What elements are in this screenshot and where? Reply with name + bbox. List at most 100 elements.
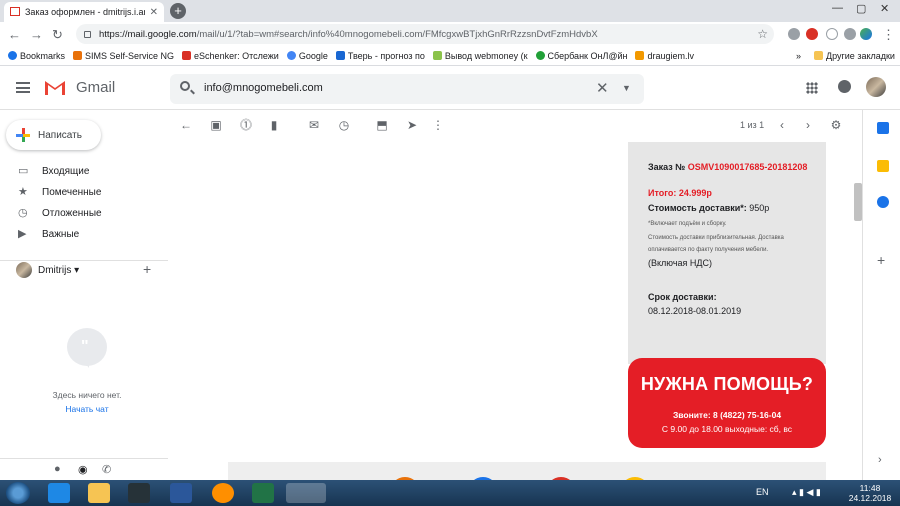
- person-icon[interactable]: ●: [54, 463, 61, 475]
- newer-icon[interactable]: ›: [802, 119, 814, 131]
- excel-icon[interactable]: [252, 483, 274, 503]
- back-icon[interactable]: ←: [8, 27, 21, 42]
- taskbar-clock[interactable]: 11:48 24.12.2018: [840, 483, 900, 503]
- help-title: НУЖНА ПОМОЩЬ?: [640, 374, 814, 394]
- start-button[interactable]: [6, 482, 30, 504]
- label-icon[interactable]: ➤: [406, 119, 418, 131]
- bookmark-item[interactable]: Bookmarks: [8, 51, 65, 61]
- back-to-list-icon[interactable]: ←: [180, 119, 192, 131]
- bookmark-item[interactable]: draugiem.lv: [635, 51, 694, 61]
- internet-explorer-icon[interactable]: [48, 483, 70, 503]
- close-tab-icon[interactable]: ✕: [150, 7, 158, 18]
- google-apps-icon[interactable]: [806, 82, 818, 94]
- extension-info-icon[interactable]: [826, 28, 838, 40]
- bookmark-item[interactable]: SIMS Self-Service NG: [73, 51, 174, 61]
- other-bookmarks[interactable]: Другие закладки: [814, 51, 895, 61]
- delivery-term-value: 08.12.2018-08.01.2019: [648, 306, 742, 316]
- phone-icon[interactable]: ✆: [102, 463, 111, 476]
- tray-icons[interactable]: ▴ ▮ ◀ ▮: [792, 487, 821, 498]
- folder-icon: [814, 51, 823, 60]
- google-icon: [286, 51, 296, 60]
- bookmark-favicon-icon: [535, 51, 545, 60]
- file-explorer-icon[interactable]: [88, 483, 110, 503]
- bookmark-item[interactable]: Сбербанк ОнЛ@йн: [535, 51, 627, 61]
- reload-icon[interactable]: ↻: [52, 27, 63, 43]
- input-language[interactable]: EN: [756, 487, 769, 497]
- sidebar-item-starred[interactable]: ★ Помеченные: [0, 182, 168, 203]
- search-bar[interactable]: info@mnogomebeli.com ✕ ▼: [170, 74, 644, 104]
- bookmark-item[interactable]: Тверь - прогноз по: [335, 51, 425, 61]
- help-banner[interactable]: НУЖНА ПОМОЩЬ? Звоните: 8 (4822) 75-16-04…: [628, 358, 826, 448]
- side-panel: + ›: [862, 110, 900, 480]
- start-chat-link[interactable]: Начать чат: [0, 404, 174, 414]
- bookmark-favicon-icon: [335, 51, 345, 60]
- browser-tab[interactable]: Заказ оформлен - dmitrijs.i.am@ ✕: [4, 2, 164, 22]
- mark-unread-icon[interactable]: ✉: [308, 119, 320, 131]
- forward-icon[interactable]: →: [30, 27, 43, 42]
- older-icon[interactable]: ‹: [776, 119, 788, 131]
- search-options-icon[interactable]: ▼: [622, 83, 631, 93]
- move-to-icon[interactable]: ⬒: [376, 119, 388, 131]
- tasks-icon[interactable]: [877, 196, 889, 208]
- account-avatar[interactable]: [866, 77, 886, 97]
- sidebar-item-inbox[interactable]: ▭ Входящие: [0, 161, 168, 182]
- delete-icon[interactable]: ▮: [268, 119, 280, 131]
- search-input[interactable]: info@mnogomebeli.com: [204, 82, 323, 94]
- browser-tab-bar: Заказ оформлен - dmitrijs.i.am@ ✕ + — ▢ …: [0, 0, 900, 22]
- minimize-icon[interactable]: —: [832, 2, 843, 14]
- word-icon[interactable]: [170, 483, 192, 503]
- avatar[interactable]: [16, 262, 32, 278]
- delivery-note-2: Стоимость доставки приблизительная. Дост…: [648, 235, 784, 253]
- snooze-icon[interactable]: ◷: [338, 119, 350, 131]
- order-number-line: Заказ № OSMV1090017685-20181208: [648, 160, 818, 174]
- hangouts-user-name[interactable]: Dmitrijs ▾: [38, 265, 79, 276]
- url-path: /mail/u/1/?tab=wm#search/info%40mnogomeb…: [196, 28, 598, 40]
- extension-icon[interactable]: [788, 28, 800, 40]
- extension-icon-2[interactable]: [844, 28, 856, 40]
- app-icon[interactable]: [212, 483, 234, 503]
- bookmark-star-icon[interactable]: ☆: [757, 27, 768, 41]
- main-menu-icon[interactable]: [16, 82, 30, 93]
- settings-gear-icon[interactable]: ⚙: [830, 119, 842, 131]
- notifications-icon[interactable]: [838, 80, 851, 93]
- browser-toolbar: ← → ↻ https://mail.google.com/mail/u/1/?…: [0, 22, 900, 46]
- keep-icon[interactable]: [877, 160, 889, 172]
- bookmark-item[interactable]: Google: [286, 51, 328, 61]
- get-addons-icon[interactable]: +: [877, 252, 885, 268]
- maximize-icon[interactable]: ▢: [856, 2, 866, 15]
- report-spam-icon[interactable]: ⓵: [240, 119, 252, 131]
- bookmark-item[interactable]: Вывод webmoney (к: [432, 51, 528, 61]
- add-chat-icon[interactable]: +: [143, 261, 151, 277]
- clock-icon: ◷: [18, 207, 28, 219]
- bookmark-item[interactable]: eSchenker: Отслежи: [182, 51, 279, 61]
- gmail-header: Gmail info@mnogomebeli.com ✕ ▼: [0, 66, 900, 110]
- profile-extension-icon[interactable]: [860, 28, 872, 40]
- new-tab-button[interactable]: +: [170, 3, 186, 19]
- bookmarks-bar: Bookmarks SIMS Self-Service NG eSchenker…: [0, 46, 900, 66]
- app-icon[interactable]: [128, 483, 150, 503]
- star-icon: ★: [18, 186, 28, 198]
- sidebar-item-important[interactable]: ▶ Важные: [0, 224, 168, 245]
- footer-strip: [228, 462, 826, 480]
- bookmark-favicon-icon: [635, 51, 645, 60]
- adblock-icon[interactable]: [806, 28, 818, 40]
- sidebar-item-snoozed[interactable]: ◷ Отложенные: [0, 203, 168, 224]
- inbox-icon: ▭: [18, 165, 29, 177]
- clear-search-icon[interactable]: ✕: [596, 79, 609, 97]
- expand-panel-icon[interactable]: ›: [878, 454, 882, 466]
- calendar-icon[interactable]: [877, 122, 889, 134]
- tab-title: Заказ оформлен - dmitrijs.i.am@: [25, 7, 145, 17]
- hangouts-icon[interactable]: ◉: [78, 463, 88, 476]
- more-options-icon[interactable]: ⋮: [432, 119, 444, 131]
- chrome-taskbar-icon[interactable]: [286, 483, 326, 503]
- archive-icon[interactable]: ▣: [210, 119, 222, 131]
- close-window-icon[interactable]: ✕: [880, 2, 889, 15]
- scrollbar-thumb[interactable]: [854, 183, 862, 221]
- search-icon[interactable]: [180, 81, 190, 91]
- bookmark-star-icon: [8, 51, 17, 60]
- bookmarks-overflow-icon[interactable]: »: [796, 51, 801, 61]
- address-bar[interactable]: https://mail.google.com/mail/u/1/?tab=wm…: [76, 24, 774, 44]
- chrome-menu-icon[interactable]: ⋮: [882, 27, 895, 43]
- compose-button[interactable]: Написать: [6, 120, 101, 150]
- sidebar-item-label: Важные: [42, 229, 80, 240]
